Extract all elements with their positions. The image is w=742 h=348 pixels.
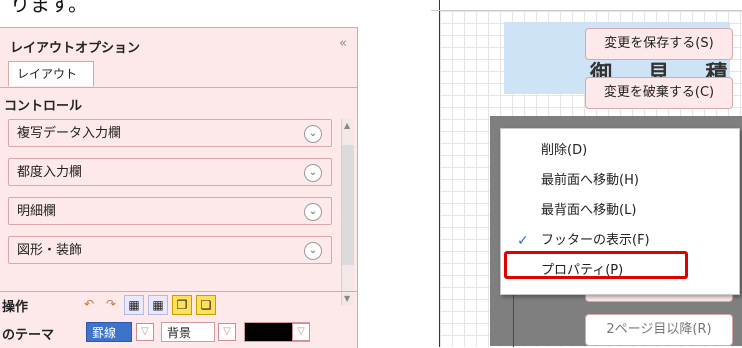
double-chevron-left-icon[interactable]: « <box>339 36 347 51</box>
control-item-label: 図形・装飾 <box>17 243 83 258</box>
control-list: 複写データ入力欄 ⌄ 都度入力欄 ⌄ 明細欄 ⌄ 図形・装飾 ⌄ <box>8 119 332 275</box>
layout-options-panel: レイアウトオプション « レイアウト コントロール 複写データ入力欄 ⌄ 都度入… <box>0 27 358 348</box>
theme-row: のテーマ 罫線 ▽ 背景 ▽ ▽ <box>0 320 357 346</box>
scroll-thumb[interactable] <box>342 145 354 265</box>
menu-item-label: 最背面へ移動(L) <box>541 203 637 218</box>
scroll-up-icon[interactable]: ▲ <box>344 121 350 130</box>
background-dropdown-icon[interactable]: ▽ <box>218 323 236 341</box>
menu-item-delete[interactable]: 削除(D) <box>501 136 739 166</box>
save-changes-button[interactable]: 変更を保存する(S) <box>585 28 733 60</box>
theme-label: のテーマ <box>2 328 55 343</box>
chevron-down-icon[interactable]: ⌄ <box>304 125 322 143</box>
background-color-button[interactable]: 背景 <box>161 322 215 342</box>
menu-item-label: フッターの表示(F) <box>541 233 650 248</box>
control-item-label: 明細欄 <box>17 204 57 219</box>
lines-dropdown-icon[interactable]: ▽ <box>136 323 154 341</box>
menu-item-send-to-back[interactable]: 最背面へ移動(L) <box>501 196 739 226</box>
menu-item-label: 削除(D) <box>541 143 588 158</box>
control-item-label: 複写データ入力欄 <box>17 126 122 141</box>
control-item-shapes[interactable]: 図形・装飾 ⌄ <box>8 236 332 264</box>
panel-title: レイアウトオプション <box>10 41 141 56</box>
control-item-label: 都度入力欄 <box>17 165 83 180</box>
operations-row: 操作 ↶ ↷ ▦ ▦ ❐ ❏ <box>0 291 357 318</box>
properties-highlight-box <box>504 251 688 279</box>
controls-section-title: コントロール <box>4 99 83 114</box>
operations-toolbar: ↶ ↷ ▦ ▦ ❐ ❏ <box>80 295 216 315</box>
chevron-down-icon[interactable]: ⌄ <box>304 164 322 182</box>
tab-strip: レイアウト <box>0 61 357 88</box>
lines-color-button[interactable]: 罫線 <box>86 322 132 342</box>
control-item-detail[interactable]: 明細欄 ⌄ <box>8 197 332 225</box>
bring-front-icon[interactable]: ❐ <box>172 295 192 315</box>
redo-icon[interactable]: ↷ <box>102 295 120 313</box>
undo-icon[interactable]: ↶ <box>80 295 98 313</box>
menu-item-label: 最前面へ移動(H) <box>541 173 639 188</box>
control-item-copy-data[interactable]: 複写データ入力欄 ⌄ <box>8 119 332 147</box>
chevron-down-icon[interactable]: ⌄ <box>304 203 322 221</box>
discard-changes-button[interactable]: 変更を破棄する(C) <box>585 77 733 109</box>
send-back-icon[interactable]: ❏ <box>196 295 216 315</box>
grid-icon[interactable]: ▦ <box>124 295 144 315</box>
tab-layout[interactable]: レイアウト <box>8 61 94 86</box>
operations-label: 操作 <box>2 300 29 315</box>
menu-item-bring-to-front[interactable]: 最前面へ移動(H) <box>501 166 739 196</box>
chevron-down-icon[interactable]: ⌄ <box>304 242 322 260</box>
table-grid-icon[interactable]: ▦ <box>148 295 168 315</box>
control-item-each-input[interactable]: 都度入力欄 ⌄ <box>8 158 332 186</box>
control-list-scrollbar[interactable]: ▲ ▼ <box>341 119 354 305</box>
swatch-dropdown-icon[interactable]: ▽ <box>292 323 310 341</box>
caption-text: ります。 <box>10 0 88 16</box>
second-page-button[interactable]: 2ページ目以降(R) <box>585 314 733 346</box>
